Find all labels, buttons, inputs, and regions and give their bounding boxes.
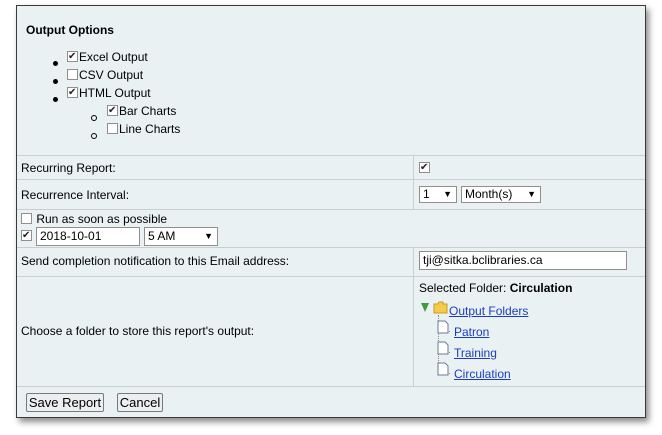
run-date-value: 2018-10-01 [40, 229, 102, 243]
expand-arrow-icon[interactable] [419, 302, 431, 314]
cancel-button[interactable]: Cancel [117, 393, 163, 412]
interval-count-value: 1 [423, 187, 430, 201]
line-charts-label: Line Charts [119, 122, 181, 136]
folder-item-training[interactable]: Training [454, 346, 497, 360]
recurring-report-checkbox[interactable] [419, 162, 430, 173]
row-divider [17, 276, 645, 277]
row-divider [17, 247, 645, 248]
document-icon [437, 320, 449, 334]
run-time-select[interactable]: 5 AM ▼ [144, 227, 218, 246]
document-icon [437, 341, 449, 355]
bar-charts-option[interactable]: Bar Charts [107, 104, 176, 118]
html-output-checkbox[interactable] [67, 87, 78, 98]
column-divider [413, 155, 414, 209]
bar-charts-checkbox[interactable] [107, 105, 118, 116]
save-report-button[interactable]: Save Report [26, 393, 104, 412]
line-charts-checkbox[interactable] [107, 123, 118, 134]
training-folder-text[interactable]: Training [454, 346, 497, 360]
selected-folder-name: Circulation [509, 281, 573, 295]
patron-folder-text[interactable]: Patron [454, 325, 489, 339]
interval-count-select[interactable]: 1 ▼ [419, 186, 457, 203]
csv-output-label: CSV Output [79, 68, 144, 82]
bullet [53, 79, 58, 84]
recurring-report-label: Recurring Report: [21, 161, 116, 175]
line-charts-option[interactable]: Line Charts [107, 122, 180, 136]
excel-output-label: Excel Output [79, 50, 148, 64]
html-output-option[interactable]: HTML Output [67, 86, 151, 100]
run-asap-option[interactable]: Run as soon as possible [21, 212, 167, 226]
report-options-panel: Output Options Excel Output CSV Output H… [16, 5, 646, 418]
circulation-folder-text[interactable]: Circulation [454, 367, 511, 381]
row-divider [17, 155, 645, 156]
bullet [53, 61, 58, 66]
csv-output-checkbox[interactable] [67, 69, 78, 80]
bar-charts-label: Bar Charts [119, 104, 177, 118]
row-divider [17, 386, 645, 387]
recurrence-interval-label: Recurrence Interval: [21, 188, 130, 202]
sub-bullet [91, 133, 97, 139]
chevron-down-icon: ▼ [527, 189, 536, 199]
interval-unit-select[interactable]: Month(s) ▼ [461, 186, 541, 203]
row-divider [17, 179, 645, 180]
csv-output-option[interactable]: CSV Output [67, 68, 143, 82]
output-folders-link[interactable]: Output Folders [449, 304, 528, 318]
selected-folder-prefix: Selected Folder: [419, 281, 507, 295]
run-date-input[interactable]: 2018-10-01 [36, 227, 140, 246]
folder-choose-label: Choose a folder to store this report's o… [21, 324, 255, 338]
run-time-value: 5 AM [148, 229, 176, 243]
folder-item-circulation[interactable]: Circulation [454, 367, 511, 381]
chevron-down-icon: ▼ [443, 189, 452, 199]
folder-item-patron[interactable]: Patron [454, 325, 489, 339]
html-output-label: HTML Output [79, 86, 151, 100]
email-value: tji@sitka.bclibraries.ca [423, 253, 543, 267]
run-asap-label: Run as soon as possible [36, 212, 168, 226]
excel-output-checkbox[interactable] [67, 51, 78, 62]
interval-unit-value: Month(s) [465, 187, 513, 201]
output-options-title: Output Options [26, 23, 114, 37]
selected-folder: Selected Folder: Circulation [419, 281, 572, 295]
sub-bullet [91, 115, 97, 121]
row-divider [17, 209, 645, 210]
run-date-checkbox[interactable] [21, 230, 32, 241]
column-divider [413, 247, 414, 386]
run-asap-checkbox[interactable] [21, 213, 32, 224]
output-folders-text[interactable]: Output Folders [449, 304, 528, 318]
folder-icon [433, 301, 448, 314]
excel-output-option[interactable]: Excel Output [67, 50, 148, 64]
chevron-down-icon: ▼ [204, 231, 213, 241]
email-notification-label: Send completion notification to this Ema… [21, 254, 290, 268]
bullet [53, 97, 58, 102]
document-icon [437, 362, 449, 376]
email-input[interactable]: tji@sitka.bclibraries.ca [419, 251, 627, 270]
